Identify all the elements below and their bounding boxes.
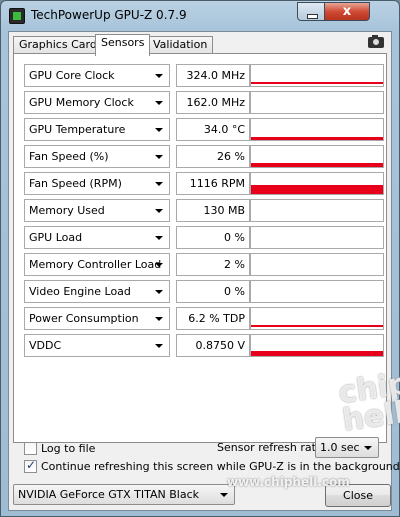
sensor-row: Memory Used 130 MB — [24, 199, 384, 222]
sensor-row: Video Engine Load 0 % — [24, 280, 384, 303]
sensor-graph-fill — [251, 351, 383, 356]
client-area: Graphics Card Sensors Validation GPU Cor… — [8, 31, 400, 511]
tab-sensors[interactable]: Sensors — [95, 34, 151, 56]
chevron-down-icon — [155, 101, 163, 105]
sensor-graph — [250, 280, 384, 303]
chevron-down-icon — [155, 317, 163, 321]
tab-validation[interactable]: Validation — [147, 36, 214, 54]
sensor-graph — [250, 226, 384, 249]
sensor-graph-fill — [251, 137, 383, 140]
sensor-name: VDDC — [29, 339, 62, 352]
sensor-name: Fan Speed (RPM) — [29, 177, 122, 190]
sensor-value: 130 MB — [176, 199, 250, 222]
sensor-graph — [250, 91, 384, 114]
sensor-value: 0 % — [176, 280, 250, 303]
sensor-row: Fan Speed (RPM) 1116 RPM — [24, 172, 384, 195]
sensor-name: Memory Used — [29, 204, 105, 217]
sensor-row: VDDC 0.8750 V — [24, 334, 384, 357]
gpuz-app-icon — [9, 8, 25, 24]
sensor-name-dropdown[interactable]: VDDC — [24, 334, 170, 357]
sensor-name-dropdown[interactable]: GPU Core Clock — [24, 64, 170, 87]
sensor-name: Memory Controller Load — [29, 258, 162, 271]
log-to-file-checkbox[interactable] — [24, 442, 37, 455]
chevron-down-icon — [155, 155, 163, 159]
chevron-down-icon — [220, 493, 228, 497]
title-bar[interactable]: TechPowerUp GPU-Z 0.7.9 x — [1, 1, 399, 31]
sensor-value: 34.0 °C — [176, 118, 250, 141]
sensor-graph — [250, 118, 384, 141]
sensor-value: 1116 RPM — [176, 172, 250, 195]
camera-icon[interactable] — [368, 35, 384, 48]
sensor-row: Memory Controller Load 2 % — [24, 253, 384, 276]
sensor-name-dropdown[interactable]: Memory Controller Load — [24, 253, 170, 276]
sensor-graph-fill — [251, 325, 383, 327]
sensor-row: GPU Load 0 % — [24, 226, 384, 249]
chevron-down-icon — [155, 209, 163, 213]
sensor-value: 0.8750 V — [176, 334, 250, 357]
sensor-name-dropdown[interactable]: GPU Load — [24, 226, 170, 249]
sensors-panel: GPU Core Clock 324.0 MHz GPU Memory Clock 1… — [13, 53, 387, 443]
sensor-name-dropdown[interactable]: Power Consumption — [24, 307, 170, 330]
chevron-down-icon — [155, 236, 163, 240]
sensor-name: Video Engine Load — [29, 285, 131, 298]
sensor-graph — [250, 64, 384, 87]
gpu-select[interactable]: NVIDIA GeForce GTX TITAN Black — [13, 484, 235, 505]
sensor-name-dropdown[interactable]: Memory Used — [24, 199, 170, 222]
sensor-graph — [250, 145, 384, 168]
gpu-select-value: NVIDIA GeForce GTX TITAN Black — [18, 488, 200, 501]
sensor-value: 6.2 % TDP — [176, 307, 250, 330]
sensor-graph — [250, 253, 384, 276]
sensor-graph — [250, 172, 384, 195]
chevron-down-icon — [155, 74, 163, 78]
sensor-value: 0 % — [176, 226, 250, 249]
window-title: TechPowerUp GPU-Z 0.7.9 — [31, 8, 187, 22]
sensor-graph-fill — [251, 185, 383, 194]
minimize-button[interactable] — [297, 2, 325, 21]
log-to-file-label: Log to file — [41, 442, 96, 455]
sensor-name-dropdown[interactable]: Fan Speed (RPM) — [24, 172, 170, 195]
tab-graphics-card[interactable]: Graphics Card — [13, 36, 103, 54]
chevron-down-icon — [155, 344, 163, 348]
sensor-name: Power Consumption — [29, 312, 139, 325]
watermark-url: www.chiphell.com — [227, 475, 350, 489]
sensor-name-dropdown[interactable]: Fan Speed (%) — [24, 145, 170, 168]
continue-refresh-label: Continue refreshing this screen while GP… — [41, 460, 400, 473]
window-close-button[interactable]: x — [324, 2, 370, 21]
sensor-name: GPU Load — [29, 231, 83, 244]
chevron-down-icon — [155, 290, 163, 294]
sensor-graph-fill — [251, 163, 383, 167]
sensor-name: Fan Speed (%) — [29, 150, 109, 163]
sensor-value: 2 % — [176, 253, 250, 276]
sensor-graph — [250, 199, 384, 222]
refresh-rate-label: Sensor refresh rate: — [217, 441, 327, 454]
sensor-row: Fan Speed (%) 26 % — [24, 145, 384, 168]
sensor-value: 162.0 MHz — [176, 91, 250, 114]
sensor-name-dropdown[interactable]: Video Engine Load — [24, 280, 170, 303]
sensor-row: GPU Temperature 34.0 °C — [24, 118, 384, 141]
sensor-graph — [250, 307, 384, 330]
sensor-row: GPU Core Clock 324.0 MHz — [24, 64, 384, 87]
sensor-name: GPU Memory Clock — [29, 96, 134, 109]
chevron-down-icon — [155, 263, 163, 267]
sensor-graph — [250, 334, 384, 357]
sensor-name: GPU Temperature — [29, 123, 126, 136]
sensor-value: 26 % — [176, 145, 250, 168]
gpuz-window: TechPowerUp GPU-Z 0.7.9 x Graphics Card … — [0, 0, 400, 517]
continue-refresh-checkbox[interactable] — [24, 458, 37, 473]
sensor-name-dropdown[interactable]: GPU Memory Clock — [24, 91, 170, 114]
sensor-value: 324.0 MHz — [176, 64, 250, 87]
sensor-row: GPU Memory Clock 162.0 MHz — [24, 91, 384, 114]
sensor-name: GPU Core Clock — [29, 69, 115, 82]
sensor-row: Power Consumption 6.2 % TDP — [24, 307, 384, 330]
chevron-down-icon — [155, 128, 163, 132]
sensor-graph-fill — [251, 82, 383, 84]
sensor-name-dropdown[interactable]: GPU Temperature — [24, 118, 170, 141]
chevron-down-icon — [155, 182, 163, 186]
